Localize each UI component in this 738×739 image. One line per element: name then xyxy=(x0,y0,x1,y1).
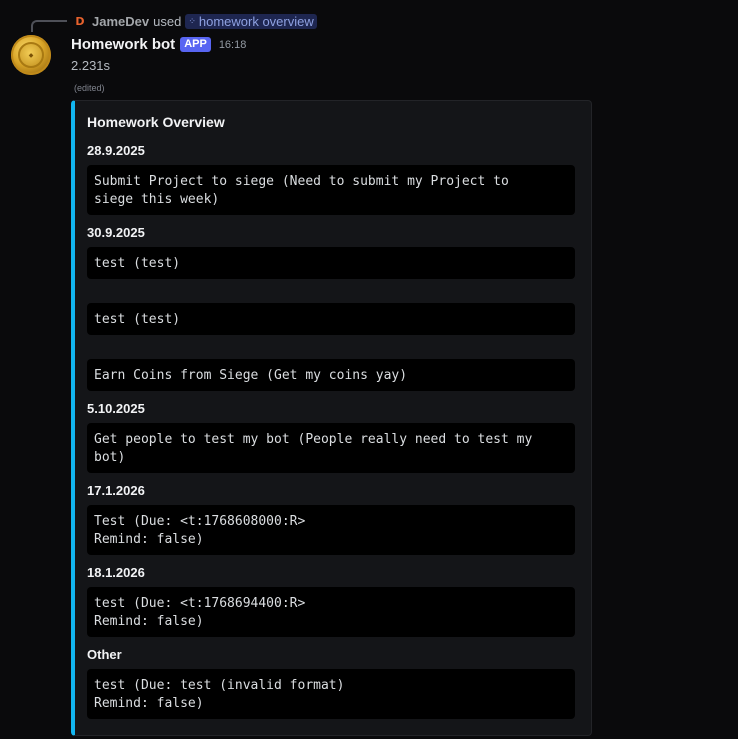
message-content: 2.231s xyxy=(71,58,111,73)
message-timestamp[interactable]: 16:18 xyxy=(219,39,247,51)
field-name: 30.9.2025 xyxy=(87,225,145,240)
slash-command-mention[interactable]: ⁘ homework overview xyxy=(185,13,317,29)
reply-used-text: used xyxy=(153,13,182,29)
app-badge: APP xyxy=(180,37,211,52)
code-block: test (Due: <t:1768694400:R> Remind: fals… xyxy=(87,587,575,637)
field-name: 5.10.2025 xyxy=(87,401,145,416)
code-block: Submit Project to siege (Need to submit … xyxy=(87,165,575,215)
coin-icon: ◆ xyxy=(18,42,44,68)
code-block: Test (Due: <t:1768608000:R> Remind: fals… xyxy=(87,505,575,555)
command-icon: ⁘ xyxy=(188,15,196,26)
embed-title: Homework Overview xyxy=(87,114,225,130)
field-name: 17.1.2026 xyxy=(87,483,145,498)
code-block: test (test) xyxy=(87,303,575,335)
field-name: Other xyxy=(87,647,122,662)
reply-connector xyxy=(31,20,67,32)
code-block: Earn Coins from Siege (Get my coins yay) xyxy=(87,359,575,391)
command-name: homework overview xyxy=(198,13,314,29)
code-block: test (test) xyxy=(87,247,575,279)
reply-context: D JameDev used ⁘ homework overview xyxy=(72,12,317,30)
code-block: test (Due: test (invalid format) Remind:… xyxy=(87,669,575,719)
author-name[interactable]: Homework bot xyxy=(71,36,175,53)
reply-username[interactable]: JameDev xyxy=(92,14,149,29)
code-block: Get people to test my bot (People really… xyxy=(87,423,575,473)
message-header: Homework bot APP 16:18 xyxy=(71,36,246,53)
edited-label: (edited) xyxy=(74,83,105,93)
embed: Homework Overview 28.9.2025 Submit Proje… xyxy=(71,100,592,736)
field-name: 28.9.2025 xyxy=(87,143,145,158)
field-name: 18.1.2026 xyxy=(87,565,145,580)
reply-user-avatar[interactable]: D xyxy=(72,13,88,29)
bot-avatar[interactable]: ◆ xyxy=(11,35,51,75)
